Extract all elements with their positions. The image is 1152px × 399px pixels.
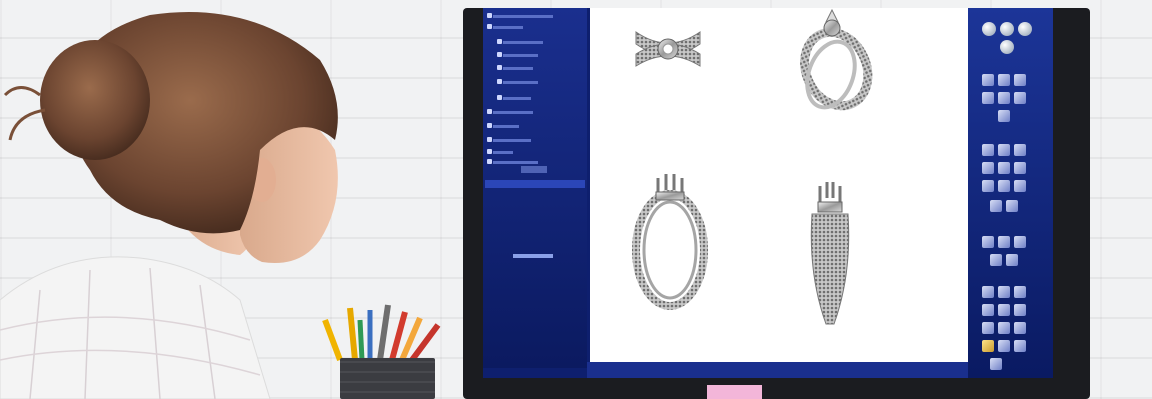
- tool-icon: [998, 180, 1010, 192]
- tool-icon: [982, 322, 994, 334]
- tool-icon: [998, 144, 1010, 156]
- tool-icon: [982, 304, 994, 316]
- tool-icon: [998, 74, 1010, 86]
- transform-arrow-widget: [513, 254, 553, 258]
- tree-item: [497, 38, 563, 46]
- tree-item: [487, 108, 553, 116]
- tool-icon: [1014, 144, 1026, 156]
- ring-top-right: [800, 8, 873, 111]
- tool-icon: [998, 236, 1010, 248]
- tool-icon: [982, 236, 994, 248]
- tree-item: [487, 122, 553, 130]
- tool-icon: [982, 180, 994, 192]
- tool-icon: [1014, 304, 1026, 316]
- tool-icon: [998, 304, 1010, 316]
- tool-icon: [1006, 254, 1018, 266]
- tree-item: [497, 94, 563, 102]
- tree-item: [487, 158, 553, 166]
- tool-icon: [1014, 180, 1026, 192]
- tool-icon: [1006, 200, 1018, 212]
- tool-icon: [990, 254, 1002, 266]
- tool-icon: [1014, 236, 1026, 248]
- material-sphere-icon: [1018, 22, 1032, 36]
- tree-item: [497, 78, 563, 86]
- tool-icon: [1014, 340, 1026, 352]
- tool-icon: [990, 200, 1002, 212]
- tool-icon: [998, 322, 1010, 334]
- tool-icon: [998, 340, 1010, 352]
- panel-button: [521, 166, 547, 173]
- pencil-cup: [322, 304, 441, 399]
- tool-icon: [1014, 286, 1026, 298]
- tool-icon: [1014, 162, 1026, 174]
- pink-sticky-note: [707, 385, 762, 399]
- tool-icon: [982, 286, 994, 298]
- tool-icon: [1014, 322, 1026, 334]
- tool-icon: [990, 358, 1002, 370]
- tool-icon: [982, 92, 994, 104]
- ring-top-left: [635, 31, 701, 67]
- ring-renders: [632, 8, 873, 325]
- 3d-viewport: [590, 8, 970, 362]
- ring-bottom-left: [632, 174, 708, 310]
- tool-icon: [982, 144, 994, 156]
- tree-item: [487, 136, 553, 144]
- tool-icon: [1014, 74, 1026, 86]
- tree-item: [487, 12, 553, 20]
- material-sphere-icon: [1000, 40, 1014, 54]
- tool-icon: [998, 92, 1010, 104]
- tree-item: [497, 64, 563, 72]
- panel-tab-bar: [485, 180, 585, 188]
- tool-icon: [982, 340, 994, 352]
- status-bar: [587, 362, 973, 378]
- object-tree-panel: [483, 8, 587, 368]
- tool-icon: [982, 162, 994, 174]
- tree-item: [487, 23, 553, 31]
- tree-item: [497, 51, 563, 59]
- tree-item: [487, 148, 553, 156]
- ring-bottom-right: [810, 182, 850, 325]
- tool-icon: [998, 162, 1010, 174]
- photo-scene: [0, 0, 1152, 399]
- tool-palette: [968, 8, 1053, 378]
- tool-icon: [982, 74, 994, 86]
- cad-software-screen: [483, 8, 1053, 378]
- tool-icon: [998, 110, 1010, 122]
- tool-icon: [1014, 92, 1026, 104]
- material-sphere-icon: [1000, 22, 1014, 36]
- material-sphere-icon: [982, 22, 996, 36]
- tool-icon: [998, 286, 1010, 298]
